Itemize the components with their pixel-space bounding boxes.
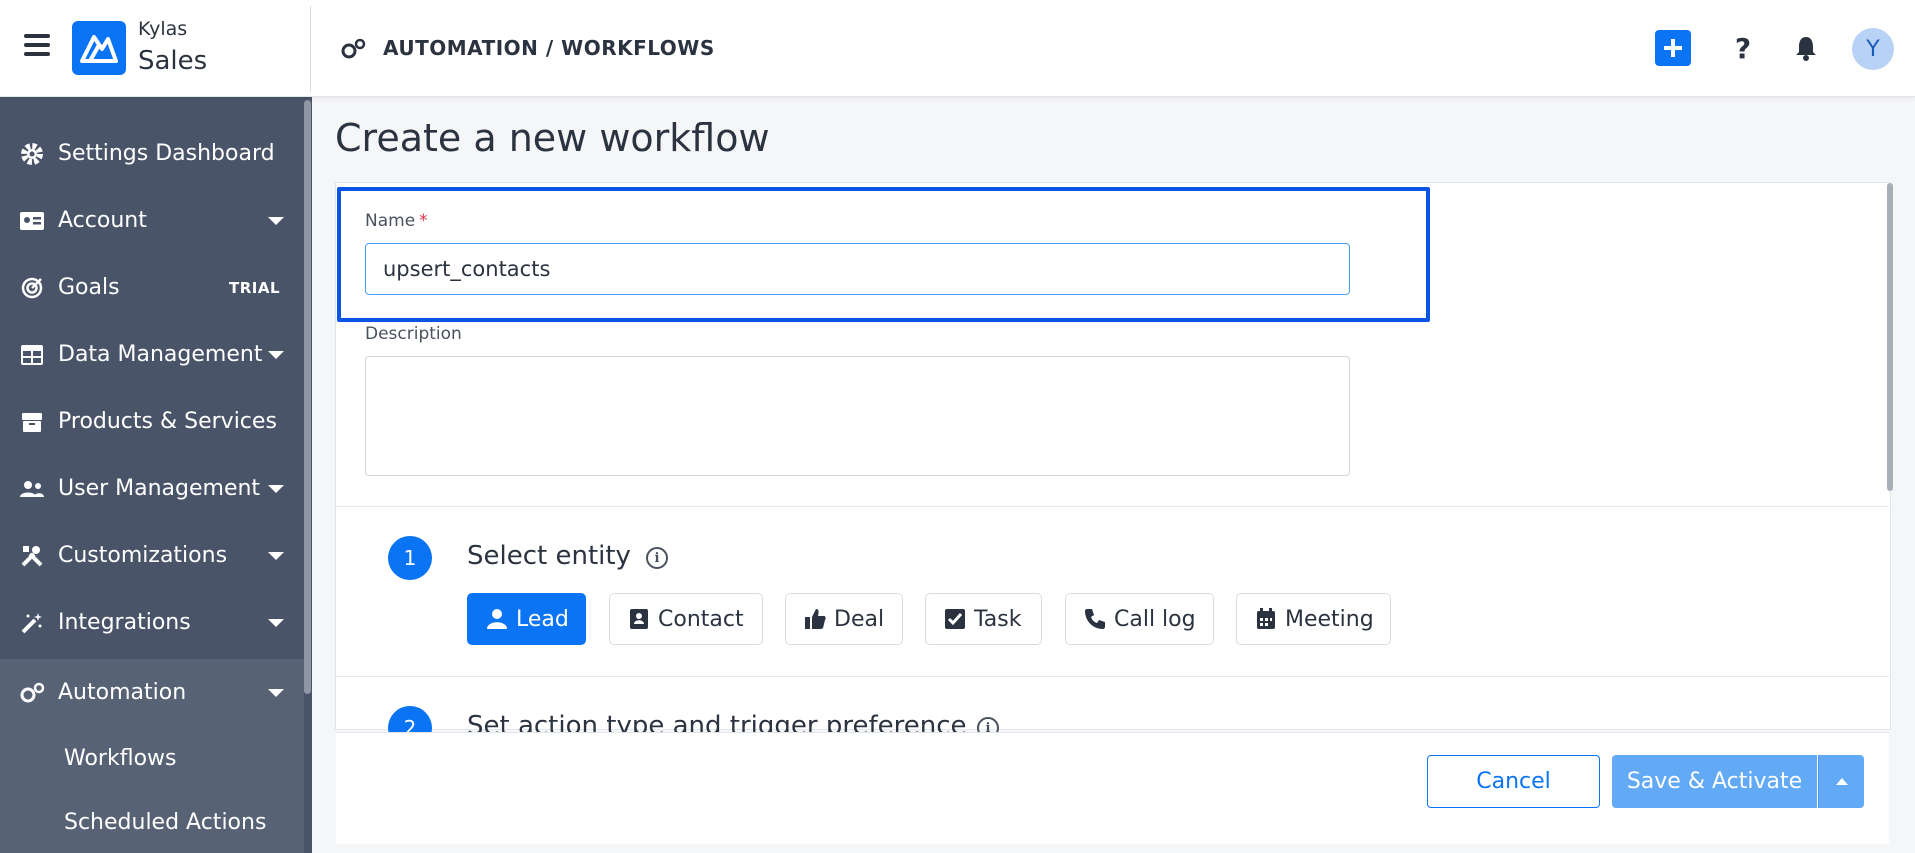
sidebar-item-label: Goals	[58, 275, 120, 300]
gears-icon	[340, 38, 366, 60]
entity-call-log-button[interactable]: Call log	[1065, 593, 1214, 645]
step-number: 1	[388, 536, 432, 580]
brand-product: Sales	[138, 46, 208, 76]
id-card-icon	[19, 208, 45, 234]
sidebar-item-label: Products & Services	[58, 409, 277, 434]
header-divider	[310, 6, 311, 92]
save-activate-button[interactable]: Save & Activate	[1612, 755, 1817, 808]
form-scrollbar[interactable]	[1887, 183, 1893, 491]
brand-name: Kylas	[138, 18, 188, 40]
sidebar-item-label: Settings Dashboard	[58, 141, 275, 166]
breadcrumb: AUTOMATION / WORKFLOWS	[383, 36, 715, 60]
sidebar-item-label: Automation	[58, 680, 187, 705]
sidebar-subitem-scheduled-actions[interactable]: Scheduled Actions	[0, 790, 304, 853]
sidebar-scrollbar[interactable]	[304, 100, 311, 694]
sidebar-item-data-management[interactable]: Data Management	[0, 321, 304, 388]
sidebar-item-label: User Management	[58, 476, 261, 501]
chevron-down-icon	[268, 484, 284, 493]
entity-label: Deal	[834, 606, 885, 632]
calendar-icon	[1255, 608, 1277, 630]
chevron-down-icon	[268, 551, 284, 560]
sidebar-subitem-label: Scheduled Actions	[64, 809, 267, 835]
step-title-select-entity: Select entity	[467, 541, 631, 571]
users-icon	[19, 476, 45, 502]
entity-label: Task	[974, 606, 1022, 632]
entity-lead-button[interactable]: Lead	[467, 593, 586, 645]
entity-task-button[interactable]: Task	[925, 593, 1042, 645]
focus-highlight-box	[337, 187, 1430, 322]
chevron-down-icon	[268, 688, 284, 697]
chevron-down-icon	[268, 618, 284, 627]
tools-icon	[19, 543, 45, 569]
top-header: Kylas Sales AUTOMATION / WORKFLOWS ? Y	[0, 0, 1915, 97]
sidebar-item-label: Data Management	[58, 342, 263, 367]
add-button[interactable]	[1655, 30, 1691, 66]
entity-label: Contact	[658, 606, 744, 632]
entity-label: Meeting	[1285, 606, 1374, 632]
help-button[interactable]: ?	[1725, 30, 1761, 66]
sidebar-item-label: Integrations	[58, 610, 191, 635]
info-icon[interactable]: i	[646, 547, 668, 569]
sidebar-subitem-label: Workflows	[64, 745, 177, 771]
check-square-icon	[944, 608, 966, 630]
sidebar-item-customizations[interactable]: Customizations	[0, 522, 304, 589]
chevron-down-icon	[268, 216, 284, 225]
gears-icon	[19, 680, 45, 706]
bell-icon[interactable]	[1788, 30, 1824, 66]
entity-contact-button[interactable]: Contact	[609, 593, 763, 645]
box-icon	[19, 409, 45, 435]
sidebar-item-products-services[interactable]: Products & Services	[0, 388, 304, 455]
sidebar-item-goals[interactable]: Goals TRIAL	[0, 254, 304, 321]
page-title: Create a new workflow	[335, 116, 770, 160]
sidebar-item-integrations[interactable]: Integrations	[0, 589, 304, 656]
sidebar-item-account[interactable]: Account	[0, 187, 304, 254]
entity-meeting-button[interactable]: Meeting	[1236, 593, 1391, 645]
entity-label: Lead	[516, 606, 569, 632]
entity-deal-button[interactable]: Deal	[785, 593, 903, 645]
entity-label: Call log	[1114, 606, 1196, 632]
kylas-logo[interactable]	[72, 21, 126, 75]
contact-card-icon	[628, 608, 650, 630]
hamburger-menu-icon[interactable]	[24, 34, 50, 60]
cancel-button[interactable]: Cancel	[1427, 755, 1600, 808]
gear-icon	[19, 141, 45, 167]
avatar[interactable]: Y	[1852, 28, 1894, 70]
sidebar-item-settings-dashboard[interactable]: Settings Dashboard	[0, 120, 304, 187]
table-icon	[19, 342, 45, 368]
description-label: Description	[365, 324, 462, 344]
sidebar-item-label: Customizations	[58, 543, 228, 568]
magic-wand-icon	[19, 610, 45, 636]
phone-icon	[1084, 608, 1106, 630]
chevron-down-icon	[268, 350, 284, 359]
chevron-up-icon	[1835, 778, 1848, 785]
sidebar-item-label: Account	[58, 208, 147, 233]
description-textarea[interactable]	[365, 356, 1350, 476]
sidebar-subitem-workflows[interactable]: Workflows	[0, 726, 304, 790]
thumbs-up-icon	[804, 608, 826, 630]
user-icon	[486, 608, 508, 630]
trial-badge: TRIAL	[228, 278, 280, 297]
sidebar-item-user-management[interactable]: User Management	[0, 455, 304, 522]
target-icon	[19, 275, 45, 301]
sidebar-item-automation[interactable]: Automation	[0, 659, 304, 726]
save-options-toggle[interactable]	[1818, 755, 1864, 808]
section-divider	[336, 506, 1889, 507]
section-divider	[336, 676, 1889, 677]
